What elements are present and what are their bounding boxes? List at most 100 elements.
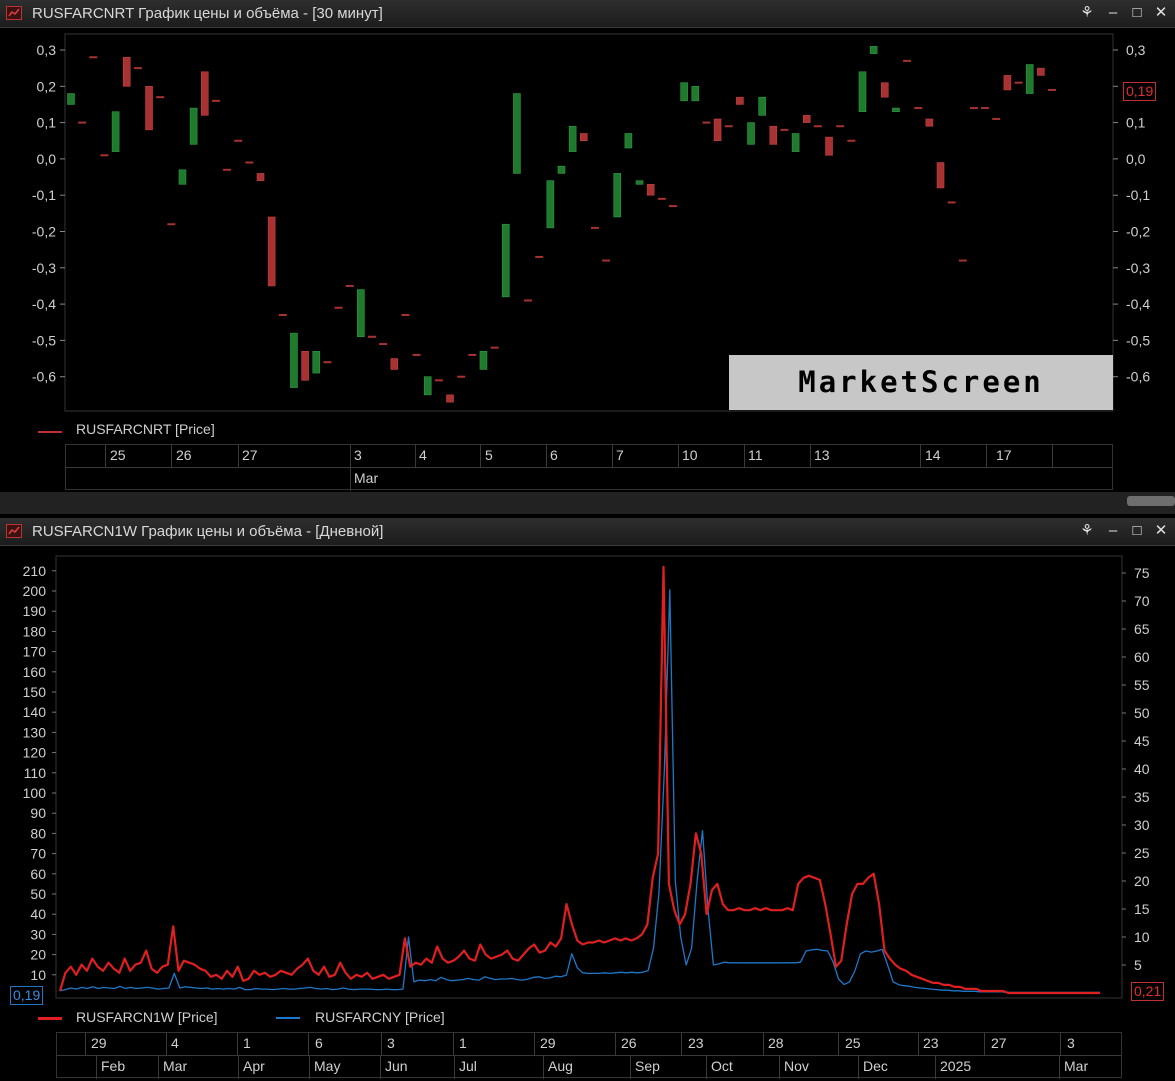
top-day-label: 27: [242, 447, 258, 463]
bottom-date-separator: [838, 1033, 839, 1055]
top-date-separator: [678, 445, 679, 467]
top-date-divider: [66, 467, 1112, 468]
top-day-label: 17: [996, 447, 1012, 463]
legend-label-red: RUSFARCN1W [Price]: [76, 1009, 218, 1025]
bottom-month-label: Jul: [459, 1058, 477, 1074]
top-y-label-right: -0,4: [1126, 296, 1150, 312]
bottom-month-separator: [380, 1055, 381, 1079]
bottom-date-separator: [984, 1033, 985, 1055]
bottom-date-separator: [381, 1033, 382, 1055]
candle: [390, 358, 399, 370]
top-y-label-left: -0,4: [32, 296, 56, 312]
candle: [635, 180, 644, 185]
scrollbar-thumb[interactable]: [1127, 496, 1175, 506]
candle: [769, 125, 778, 145]
close-icon[interactable]: ✕: [1150, 3, 1172, 23]
left-y-label: 70: [30, 846, 46, 862]
right-y-label: 50: [1134, 705, 1150, 721]
bottom-month-separator: [543, 1055, 544, 1079]
top-date-separator: [350, 445, 351, 491]
left-y-label: 80: [30, 825, 46, 841]
candle: [145, 85, 153, 131]
right-y-label: 10: [1134, 929, 1150, 945]
top-y-label-right: 0,1: [1126, 115, 1146, 131]
minimize-icon[interactable]: –: [1102, 3, 1124, 23]
bottom-month-label: Nov: [784, 1058, 809, 1074]
bottom-day-label: 29: [91, 1035, 107, 1051]
bottom-date-separator: [85, 1033, 86, 1055]
bottom-day-label: 1: [243, 1035, 251, 1051]
bottom-line-chart[interactable]: 210 200 190 180 170 160 150 140 130 120 110 100 90 80…: [0, 546, 1175, 1004]
bottom-day-label: 1: [459, 1035, 467, 1051]
left-y-label: 60: [30, 866, 46, 882]
top-legend-label: RUSFARCNRT [Price]: [76, 421, 215, 437]
candle: [501, 223, 510, 298]
bottom-day-label: 25: [845, 1035, 861, 1051]
bottom-date-separator: [681, 1033, 682, 1055]
left-y-label: 210: [23, 563, 47, 579]
candle: [423, 376, 432, 396]
bottom-day-label: 6: [315, 1035, 323, 1051]
candle: [446, 394, 454, 403]
top-date-separator: [415, 445, 416, 467]
candle: [880, 82, 889, 98]
top-day-label: 7: [616, 447, 624, 463]
bottom-month-separator: [309, 1055, 310, 1079]
candle: [680, 82, 688, 102]
bottom-window-title: RUSFARCN1W График цены и объёма - [Дневн…: [32, 523, 384, 540]
top-window-title: RUSFARCNRT График цены и объёма - [30 ми…: [32, 5, 383, 22]
candle: [936, 162, 945, 189]
legend-swatch-red: [38, 1017, 62, 1020]
top-chart-window: RUSFARCNRT График цены и объёма - [30 ми…: [0, 0, 1175, 514]
candle: [646, 184, 655, 196]
bottom-day-label: 29: [540, 1035, 556, 1051]
top-date-separator: [105, 445, 106, 467]
top-y-label-left: -0,6: [32, 369, 56, 385]
bottom-month-label: 2025: [940, 1058, 972, 1074]
left-y-label: 110: [24, 765, 47, 781]
bottom-day-label: 26: [621, 1035, 637, 1051]
top-y-label-right: -0,1: [1126, 187, 1150, 203]
top-day-label: 4: [419, 447, 427, 463]
horizontal-scrollbar[interactable]: [0, 492, 1175, 514]
legend-label-blue: RUSFARCNY [Price]: [315, 1009, 445, 1025]
top-y-label-right: -0,6: [1126, 369, 1150, 385]
maximize-icon[interactable]: □: [1126, 3, 1148, 23]
left-y-label: 130: [23, 724, 47, 740]
top-date-separator: [920, 445, 921, 467]
top-titlebar[interactable]: RUSFARCNRT График цены и объёма - [30 ми…: [0, 0, 1175, 28]
pin-icon[interactable]: ⚘: [1076, 3, 1098, 23]
top-last-value-badge: 0,19: [1123, 82, 1157, 101]
right-y-label: 60: [1134, 649, 1150, 665]
left-value-badge: 0,19: [10, 986, 44, 1005]
pin-icon[interactable]: ⚘: [1076, 521, 1098, 541]
top-y-label-left: -0,1: [32, 187, 56, 203]
close-icon[interactable]: ✕: [1150, 521, 1172, 541]
bottom-titlebar[interactable]: RUSFARCN1W График цены и объёма - [Дневн…: [0, 518, 1175, 546]
bottom-day-label: 23: [923, 1035, 939, 1051]
top-date-separator: [744, 445, 745, 467]
left-y-label: 50: [30, 886, 46, 902]
top-y-label-left: 0,0: [37, 151, 57, 167]
right-y-label: 15: [1134, 901, 1150, 917]
top-y-label-right: -0,5: [1126, 332, 1150, 348]
left-y-label: 180: [23, 623, 47, 639]
rusfarcn1w-series-line: [58, 565, 1100, 995]
candle: [802, 115, 811, 123]
bottom-day-label: 3: [387, 1035, 395, 1051]
candle: [568, 125, 577, 152]
top-date-separator: [1052, 445, 1053, 467]
candle: [925, 118, 934, 127]
candle: [189, 107, 198, 145]
top-month-label: Mar: [354, 470, 379, 486]
minimize-icon[interactable]: –: [1102, 521, 1124, 541]
candle: [624, 133, 633, 149]
top-day-label: 13: [814, 447, 830, 463]
maximize-icon[interactable]: □: [1126, 521, 1148, 541]
candle: [869, 46, 878, 54]
candle: [557, 165, 566, 174]
candle: [713, 118, 722, 142]
candle: [825, 136, 833, 156]
top-y-label-left: -0,3: [32, 260, 56, 276]
bottom-date-separator: [615, 1033, 616, 1055]
